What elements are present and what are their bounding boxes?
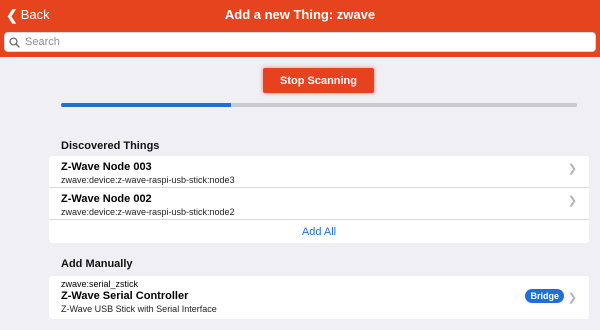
add-manually-list: zwave:serial_zstick Z-Wave Serial Contro… [49,276,589,319]
binding-type: zwave:serial_zstick [61,279,139,289]
search-icon [9,36,20,48]
thing-type-title: Z-Wave Serial Controller [61,290,189,302]
stop-scanning-button[interactable]: Stop Scanning [263,68,374,93]
thing-uid: zwave:device:z-wave-raspi-usb-stick:node… [61,175,235,185]
chevron-right-icon: ❯ [567,292,577,304]
thing-type-description: Z-Wave USB Stick with Serial Interface [61,304,217,314]
searchbar [0,30,600,57]
list-item[interactable]: zwave:serial_zstick Z-Wave Serial Contro… [49,276,589,319]
bridge-badge: Bridge [525,289,564,303]
thing-title: Z-Wave Node 002 [61,193,152,205]
search-input[interactable] [25,36,585,48]
search-box[interactable] [4,32,596,52]
discovered-things-header: Discovered Things [61,140,160,152]
add-manually-header: Add Manually [61,258,133,270]
list-item[interactable]: Z-Wave Node 003 zwave:device:z-wave-rasp… [49,156,589,188]
chevron-right-icon: ❯ [567,163,577,175]
scan-progress-bar [61,103,577,107]
navbar: ❮ Back Add a new Thing: zwave [0,0,600,30]
thing-title: Z-Wave Node 003 [61,161,152,173]
page-title: Add a new Thing: zwave [224,7,376,22]
discovered-things-list: Z-Wave Node 003 zwave:device:z-wave-rasp… [49,156,589,243]
scan-progress-fill [61,103,232,107]
add-all-button[interactable]: Add All [49,220,589,243]
chevron-right-icon: ❯ [567,195,577,207]
list-item[interactable]: Z-Wave Node 002 zwave:device:z-wave-rasp… [49,188,589,220]
thing-uid: zwave:device:z-wave-raspi-usb-stick:node… [61,207,235,217]
